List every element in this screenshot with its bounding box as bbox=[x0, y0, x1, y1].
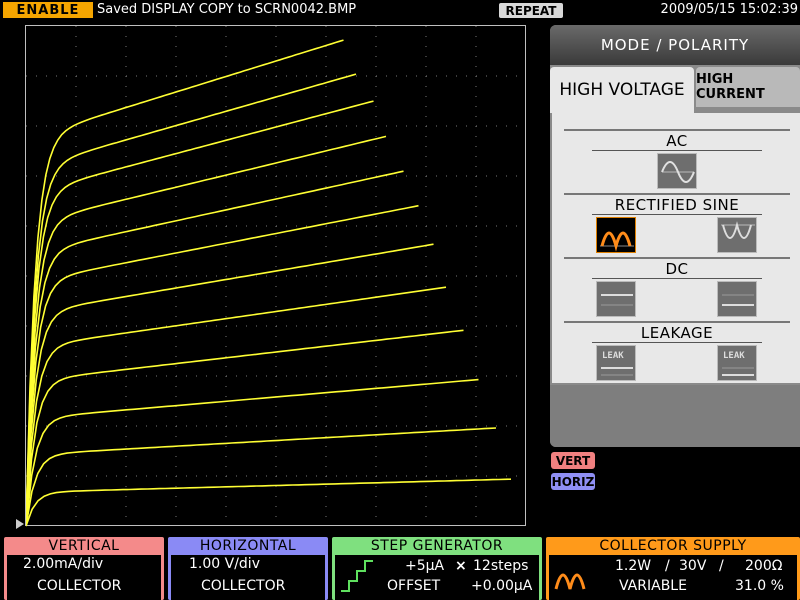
ac-sine-icon bbox=[661, 161, 695, 183]
divider bbox=[564, 193, 790, 195]
curve-plot bbox=[26, 26, 526, 527]
step-count: 12steps bbox=[473, 558, 529, 574]
curve-trace-7 bbox=[26, 204, 419, 527]
rectified-positive-icon bbox=[600, 231, 634, 252]
mode-polarity-panel: MODE / POLARITY HIGH VOLTAGE HIGH CURREN… bbox=[550, 25, 800, 447]
horizontal-source: COLLECTOR bbox=[201, 578, 286, 594]
status-bar: ENABLE Saved DISPLAY COPY to SCRN0042.BM… bbox=[0, 0, 800, 20]
horizontal-scale: 1.00 V/div bbox=[189, 556, 260, 572]
divider bbox=[592, 342, 762, 343]
vertical-source: COLLECTOR bbox=[37, 578, 122, 594]
offset-value: +0.00µA bbox=[471, 578, 533, 594]
collector-supply-title: COLLECTOR SUPPLY bbox=[599, 538, 747, 554]
enable-badge[interactable]: ENABLE bbox=[3, 2, 93, 18]
vert-tag: VERT bbox=[551, 452, 595, 469]
rectified-negative-button[interactable] bbox=[717, 217, 757, 253]
dc-negative-icon bbox=[722, 294, 754, 306]
leak-negative-icon: LEAK bbox=[722, 351, 754, 376]
divider bbox=[592, 214, 762, 215]
curve-trace-9 bbox=[26, 135, 387, 527]
divider bbox=[564, 321, 790, 323]
panel-title: MODE / POLARITY bbox=[550, 25, 800, 65]
times-sign: × bbox=[455, 558, 467, 574]
step-size: +5µA bbox=[405, 558, 445, 574]
collector-voltage: 30V bbox=[679, 558, 707, 574]
curve-trace-3 bbox=[26, 378, 479, 527]
status-message: Saved DISPLAY COPY to SCRN0042.BMP bbox=[97, 2, 357, 17]
vertical-scale: 2.00mA/div bbox=[23, 556, 104, 572]
dc-negative-button[interactable] bbox=[717, 281, 757, 317]
vertical-readout[interactable]: VERTICAL 2.00mA/div COLLECTOR bbox=[4, 537, 164, 600]
separator: / bbox=[719, 558, 724, 574]
section-title-rectified: RECTIFIED SINE bbox=[614, 196, 740, 214]
svg-text:LEAK: LEAK bbox=[723, 351, 745, 361]
panel-footer bbox=[550, 385, 800, 447]
step-generator-title: STEP GENERATOR bbox=[370, 538, 504, 554]
rectified-positive-button[interactable] bbox=[596, 217, 636, 253]
section-title-leakage: LEAKAGE bbox=[640, 324, 714, 342]
horizontal-readout[interactable]: HORIZONTAL 1.00 V/div COLLECTOR bbox=[168, 537, 328, 600]
svg-text:LEAK: LEAK bbox=[602, 351, 624, 361]
curve-trace-6 bbox=[26, 243, 434, 527]
curve-trace-1 bbox=[26, 478, 512, 527]
rectified-sine-icon bbox=[554, 573, 586, 590]
step-generator-readout[interactable]: STEP GENERATOR +5µA × 12steps OFFSET +0.… bbox=[332, 537, 542, 600]
offset-label: OFFSET bbox=[387, 578, 441, 594]
collector-supply-readout[interactable]: COLLECTOR SUPPLY 1.2W / 30V / 200Ω VARIA… bbox=[546, 537, 800, 600]
horizontal-title: HORIZONTAL bbox=[199, 538, 297, 554]
vertical-title: VERTICAL bbox=[48, 538, 120, 554]
separator: / bbox=[665, 558, 670, 574]
dc-positive-icon bbox=[601, 294, 633, 306]
collector-percent: 31.0 % bbox=[735, 578, 784, 594]
curve-trace-4 bbox=[26, 329, 464, 527]
repeat-badge[interactable]: REPEAT bbox=[499, 3, 563, 18]
divider bbox=[592, 278, 762, 279]
section-title-dc: DC bbox=[665, 260, 689, 278]
divider bbox=[564, 257, 790, 259]
collector-power: 1.2W bbox=[615, 558, 652, 574]
rectified-negative-icon bbox=[721, 221, 755, 239]
dc-positive-button[interactable] bbox=[596, 281, 636, 317]
horiz-tag: HORIZ bbox=[551, 473, 595, 490]
leak-positive-icon: LEAK bbox=[601, 351, 633, 376]
staircase-icon bbox=[341, 560, 373, 592]
divider bbox=[564, 129, 790, 131]
datetime: 2009/05/15 15:02:39 bbox=[660, 2, 798, 17]
leakage-negative-button[interactable]: LEAK bbox=[717, 345, 757, 381]
leakage-positive-button[interactable]: LEAK bbox=[596, 345, 636, 381]
curve-trace-8 bbox=[26, 170, 404, 527]
collector-resistance: 200Ω bbox=[745, 558, 783, 574]
curve-trace-11 bbox=[26, 73, 357, 527]
origin-marker-icon bbox=[16, 519, 24, 529]
mode-options: AC RECTIFIED SINE DC LEAKAGE LEAK LEAK bbox=[550, 113, 800, 383]
curve-trace-10 bbox=[26, 100, 374, 527]
section-title-ac: AC bbox=[666, 132, 688, 150]
tab-high-voltage[interactable]: HIGH VOLTAGE bbox=[550, 67, 694, 113]
ac-mode-button[interactable] bbox=[657, 153, 697, 189]
divider bbox=[592, 150, 762, 151]
tab-high-current[interactable]: HIGH CURRENT bbox=[696, 67, 800, 107]
curve-trace-display bbox=[25, 25, 526, 527]
collector-mode: VARIABLE bbox=[619, 578, 687, 594]
